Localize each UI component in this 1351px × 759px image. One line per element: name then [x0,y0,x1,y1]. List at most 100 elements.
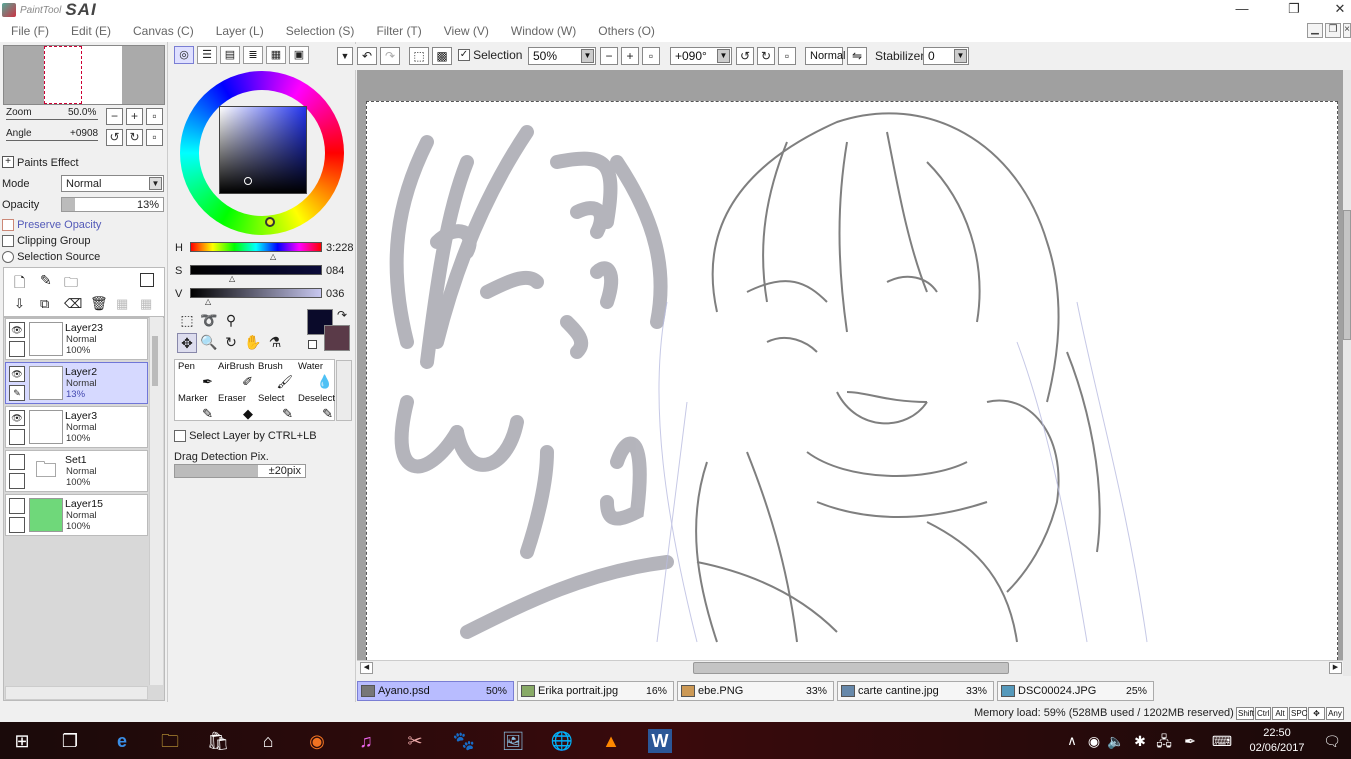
rotate-left-button[interactable]: ↺ [106,129,123,146]
store-icon[interactable]: 🛍 [206,729,230,753]
visibility-toggle[interactable] [9,454,25,470]
selection-source-radio[interactable]: Selection Source [2,251,100,264]
preserve-opacity-checkbox[interactable]: Preserve Opacity [2,219,101,232]
canvas-vscroll-thumb[interactable] [1343,210,1351,340]
doc-tab-ebe[interactable]: ebe.PNG 33% [677,681,834,701]
preserve-opacity-box[interactable] [2,219,14,232]
layer-row-set1[interactable]: 🗀 Set1 Normal 100% [5,450,148,492]
menu-selection[interactable]: Selection (S) [275,20,366,42]
brush-select[interactable]: Select ✎ [256,392,296,423]
firefox-icon[interactable]: ◉ [305,729,329,753]
network-icon[interactable]: 🖧 [1152,729,1176,753]
brush-brush[interactable]: Brush 🖌 [256,360,296,391]
hand-icon[interactable]: ✋ [243,333,263,353]
layer-lock-toggle[interactable] [9,473,25,489]
check-icon[interactable]: ✓ [458,49,470,61]
system-clock[interactable]: 22:50 02/06/2017 [1244,726,1310,756]
move-icon[interactable]: ✥ [177,333,197,353]
brush-marker[interactable]: Marker ✎ [176,392,216,423]
hsv-slider-mode-icon[interactable]: ▤ [220,46,240,64]
layer-lock-toggle[interactable] [9,429,25,445]
gimp-icon[interactable]: 🐾 [452,729,476,753]
doc-tab-ayano[interactable]: Ayano.psd 50% [357,681,514,701]
zoom-tool-icon[interactable]: 🔍 [199,333,219,353]
mdi-close-icon[interactable]: × [1343,23,1351,38]
reset-colors-icon[interactable] [308,340,317,349]
maximize-button[interactable]: ❐ [1271,0,1317,20]
opacity-slider[interactable]: 13% [61,197,164,212]
zoom-out-toolbar-button[interactable]: − [600,47,618,65]
redo-icon[interactable]: ↷ [380,47,400,65]
rotate-right-button[interactable]: ↻ [126,129,143,146]
clipping-group-checkbox[interactable]: Clipping Group [2,235,90,248]
merge-down-icon[interactable]: ⧉ [40,296,49,312]
edge-browser-icon[interactable]: e [110,729,134,753]
windows-start-icon[interactable]: ⊞ [10,729,34,753]
saturation-slider[interactable] [190,265,322,275]
zoom-reset-button[interactable]: ▫ [146,108,163,125]
rect-select-icon[interactable]: ⬚ [177,311,197,331]
stabilizer-select[interactable]: 0 ▼ [923,47,969,65]
volume-icon[interactable]: 🔈 [1104,729,1128,753]
new-linework-layer-icon[interactable]: ✎ [40,272,52,289]
vlc-icon[interactable]: ▲ [599,729,623,753]
record-icon[interactable]: ◉ [1082,729,1106,753]
navigator-preview[interactable] [3,45,165,105]
palette-mode-icon[interactable]: ▦ [266,46,286,64]
doc-tab-dsc00024[interactable]: DSC00024.JPG 25% [997,681,1154,701]
lasso-icon[interactable]: ➰ [199,311,219,331]
layer-row-layer3[interactable]: 👁 Layer3 Normal 100% [5,406,148,448]
paint-tool-sai-taskbar-icon[interactable]: ✂ [403,729,427,753]
word-icon[interactable]: W [648,729,672,753]
eye-icon[interactable]: 👁 [9,322,25,338]
mode-select[interactable]: Normal ▼ [61,175,164,192]
close-button[interactable]: ✕ [1317,0,1351,20]
visibility-toggle[interactable] [9,498,25,514]
minimize-button[interactable]: — [1219,0,1265,20]
brush-water[interactable]: Water 💧 [296,360,336,391]
undo-icon[interactable]: ↶ [357,47,377,65]
menu-edit[interactable]: Edit (E) [60,20,122,42]
saturation-value-square[interactable] [219,106,307,194]
eye-icon[interactable]: 👁 [9,410,25,426]
rotate-ccw-icon[interactable]: ↺ [736,47,754,65]
keyboard-icon[interactable]: ⌨ [1210,729,1234,753]
zoom-in-button[interactable]: + [126,108,143,125]
trash-icon[interactable]: 🗑 [90,295,108,312]
rotate-tool-icon[interactable]: ↻ [221,333,241,353]
drag-detection-slider[interactable]: ±20pix [174,464,306,478]
scroll-right-icon[interactable]: ▶ [1329,662,1342,674]
selection-source-box[interactable] [2,251,14,264]
menu-view[interactable]: View (V) [433,20,500,42]
zoom-in-toolbar-button[interactable]: + [621,47,639,65]
transfer-down-icon[interactable]: ⇩ [14,296,25,312]
secondary-color-swatch[interactable] [324,325,350,351]
sv-marker[interactable] [244,177,252,185]
drawing-canvas[interactable] [366,101,1338,660]
magic-wand-icon[interactable]: ⚲ [221,311,241,331]
brush-pen[interactable]: Pen ✒ [176,360,216,391]
bluetooth-icon[interactable]: ✱ [1128,729,1152,753]
new-layer-icon[interactable]: 🗋 [14,272,25,296]
doc-tab-carte-cantine[interactable]: carte cantine.jpg 33% [837,681,994,701]
select-layer-checkbox[interactable]: Select Layer by CTRL+LB [174,430,317,443]
eyedropper-icon[interactable]: ⚗ [265,333,285,353]
menu-others[interactable]: Others (O) [587,20,666,42]
brush-grid-scrollbar[interactable] [336,360,352,421]
mdi-restore-icon[interactable]: ❐ [1325,23,1341,38]
angle-slider[interactable] [6,140,98,141]
zoom-reset-toolbar-button[interactable]: ▫ [642,47,660,65]
notifications-icon[interactable]: 🗨 [1320,729,1344,753]
layer-row-layer2[interactable]: 👁 ✎ Layer2 Normal 13% [5,362,148,404]
layer-row-layer15[interactable]: Layer15 Normal 100% [5,494,148,536]
home-icon[interactable]: ⌂ [256,729,280,753]
pen-icon[interactable]: ✎ [9,385,25,401]
zoom-out-button[interactable]: − [106,108,123,125]
invert-selection-icon[interactable]: ▩ [432,47,452,65]
rotate-cw-icon[interactable]: ↻ [757,47,775,65]
new-folder-icon[interactable]: 🗀 [64,272,78,296]
scroll-left-icon[interactable]: ◀ [360,662,373,674]
deselect-icon[interactable]: ⬚ [409,47,429,65]
swap-colors-icon[interactable]: ↷ [337,308,347,322]
layer-lock-toggle[interactable] [9,341,25,357]
